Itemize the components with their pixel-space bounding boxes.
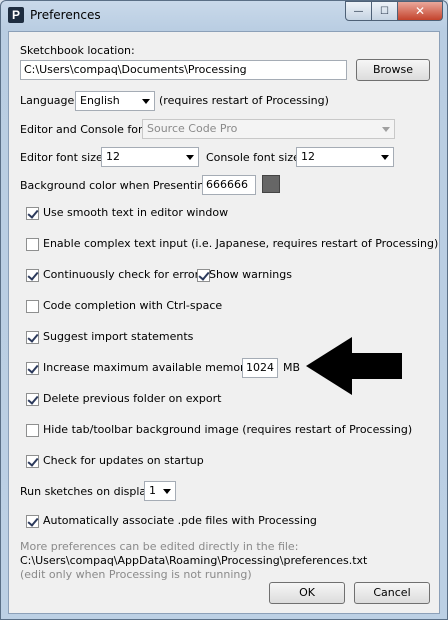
preferences-window: P Preferences — ☐ ✕ Sketchbook location:… [0,0,448,620]
check-errors-label: Continuously check for errors [43,268,205,281]
console-font-size-select[interactable]: 12 [296,147,394,167]
delete-previous-checkbox[interactable] [26,393,39,406]
title-bar[interactable]: P Preferences — ☐ ✕ [1,1,447,31]
black-arrow-annotation [306,337,402,395]
prefs-edit-note: (edit only when Processing is not runnin… [20,568,252,581]
chevron-down-icon [163,489,171,494]
editor-font-size-value: 12 [106,150,120,163]
check-updates-checkbox[interactable] [26,455,39,468]
font-select[interactable]: Source Code Pro [142,119,395,139]
code-completion-checkbox[interactable] [26,300,39,313]
window-title: Preferences [30,8,101,22]
bg-color-label: Background color when Presenting: # [20,179,228,192]
bg-color-field[interactable]: 666666 [202,175,256,195]
check-errors-checkbox[interactable] [26,269,39,282]
processing-app-icon: P [8,7,24,23]
display-select[interactable]: 1 [144,481,176,501]
show-warnings-label: Show warnings [209,268,292,281]
associate-pde-label: Automatically associate .pde files with … [43,514,317,527]
complex-input-label: Enable complex text input (i.e. Japanese… [43,237,439,250]
chevron-down-icon [381,155,389,160]
suggest-imports-label: Suggest import statements [43,330,194,343]
language-note: (requires restart of Processing) [159,94,329,107]
memory-amount-field[interactable]: 1024 [242,358,278,378]
chevron-down-icon [142,99,150,104]
preferences-content: Sketchbook location: C:\Users\compaq\Doc… [8,31,440,614]
font-value: Source Code Pro [147,122,238,135]
suggest-imports-checkbox[interactable] [26,331,39,344]
bg-color-swatch[interactable] [262,175,280,193]
display-label: Run sketches on display: [20,485,156,498]
smooth-text-label: Use smooth text in editor window [43,206,229,219]
language-select[interactable]: English [75,91,155,111]
close-button[interactable]: ✕ [397,1,443,21]
ok-button[interactable]: OK [269,582,345,604]
cancel-button[interactable]: Cancel [354,582,430,604]
hide-background-checkbox[interactable] [26,424,39,437]
minimize-button[interactable]: — [345,1,372,21]
language-value: English [80,94,120,107]
prefs-file-path: C:\Users\compaq\AppData\Roaming\Processi… [20,554,368,567]
console-font-size-label: Console font size: [206,151,304,164]
editor-font-size-label: Editor font size: [20,151,107,164]
chevron-down-icon [186,155,194,160]
hide-background-label: Hide tab/toolbar background image (requi… [43,423,413,436]
delete-previous-label: Delete previous folder on export [43,392,222,405]
console-font-size-value: 12 [301,150,315,163]
associate-pde-checkbox[interactable] [26,515,39,528]
sketchbook-label: Sketchbook location: [20,44,135,57]
chevron-down-icon [382,127,390,132]
increase-memory-label: Increase maximum available memory to: [43,361,270,374]
prefs-file-note: More preferences can be edited directly … [20,540,299,553]
increase-memory-checkbox[interactable] [26,362,39,375]
sketchbook-path-field[interactable]: C:\Users\compaq\Documents\Processing [20,60,347,80]
smooth-text-checkbox[interactable] [26,207,39,220]
memory-unit-label: MB [283,361,301,374]
check-updates-label: Check for updates on startup [43,454,204,467]
editor-font-size-select[interactable]: 12 [101,147,199,167]
language-label: Language: [20,94,78,107]
maximize-button[interactable]: ☐ [371,1,398,21]
browse-button[interactable]: Browse [356,59,430,81]
code-completion-label: Code completion with Ctrl-space [43,299,223,312]
display-value: 1 [149,484,156,497]
complex-input-checkbox[interactable] [26,238,39,251]
font-label: Editor and Console font: [20,123,153,136]
